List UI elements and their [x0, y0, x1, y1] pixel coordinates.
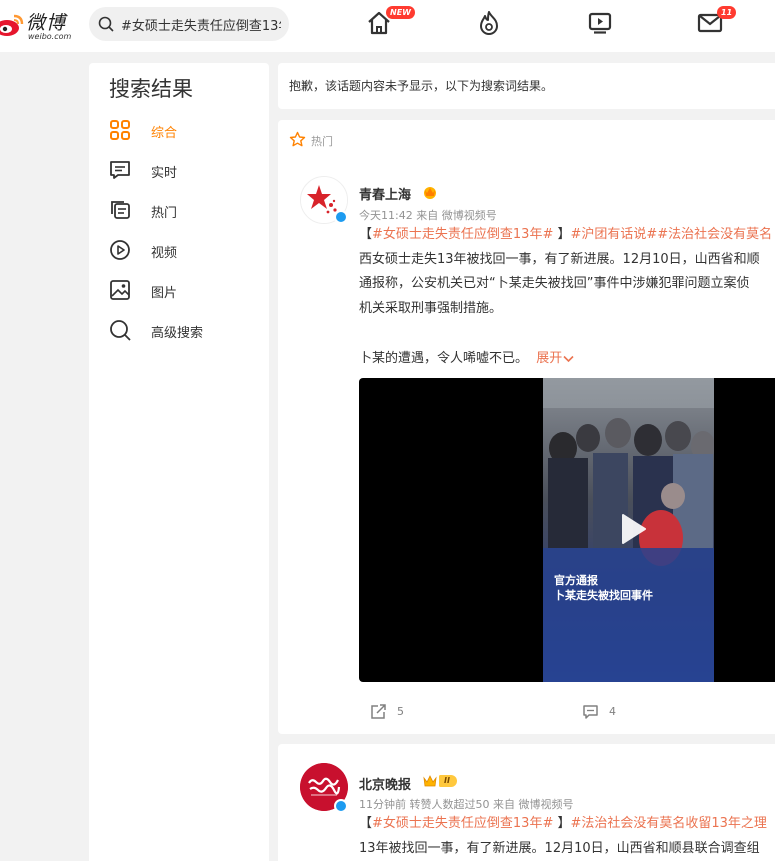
- search-icon: [98, 16, 114, 32]
- section-label: 热门: [311, 135, 333, 148]
- sidebar-item-video[interactable]: 视频: [109, 239, 259, 263]
- nav-video-button[interactable]: [587, 10, 613, 36]
- crown-icon: [424, 187, 436, 199]
- flame-icon: [480, 11, 498, 35]
- brand-domain: weibo.com: [28, 32, 72, 41]
- post-card: 北京晚报 II 11分钟前 转赞人数超过50 来自 微博视频号 【#女硕士走失责…: [278, 744, 775, 861]
- video-player[interactable]: 官方通报 卜某走失被找回事件: [359, 378, 775, 682]
- sidebar-item-label: 热门: [151, 206, 178, 221]
- star-icon: [289, 131, 306, 147]
- sidebar-item-label: 高级搜索: [151, 326, 204, 341]
- member-level-badge: II: [439, 775, 457, 787]
- post-line: 【#女硕士走失责任应倒查13年# 】#沪团有话说##法治社会没有莫名: [359, 223, 775, 247]
- grid-icon: [110, 120, 130, 140]
- top-navigation-bar: 微博 weibo.com NEW 11: [0, 0, 775, 52]
- video-caption: 官方通报 卜某走失被找回事件: [554, 573, 653, 603]
- search-sidebar: 搜索结果 综合 实时 热门 视频 图片 高级搜索: [89, 63, 269, 861]
- sidebar-item-all[interactable]: 综合: [109, 119, 259, 143]
- post-line: 西女硕士走失13年被找回一事，有了新进展。12月10日，山西省和顺: [359, 252, 760, 267]
- bracket: 】: [553, 816, 571, 831]
- sidebar-item-label: 实时: [151, 166, 178, 181]
- bracket: 【: [359, 227, 373, 242]
- post-card: 热门 青春上海 今天11:42 来自 微博视频号 【#女硕士走失责任应倒查13年…: [278, 120, 775, 734]
- weibo-eye-icon: [0, 14, 24, 36]
- post-meta[interactable]: 11分钟前 转赞人数超过50 来自 微博视频号: [359, 796, 573, 812]
- message-icon: [110, 161, 130, 179]
- post-author[interactable]: 北京晚报: [359, 774, 411, 793]
- verified-badge: [334, 210, 348, 224]
- messages-count-badge: 11: [717, 6, 737, 19]
- post-author[interactable]: 青春上海: [359, 184, 411, 203]
- post-line: 通报称，公安机关已对“卜某走失被找回”事件中涉嫌犯罪问题立案侦: [359, 276, 750, 291]
- hashtag-link[interactable]: #女硕士走失责任应倒查13年#: [372, 227, 553, 242]
- video-icon: [110, 240, 130, 260]
- comment-icon: [583, 705, 598, 719]
- post-line: 卜某的遭遇，令人唏嘘不已。 展开: [359, 347, 775, 371]
- sidebar-item-hot[interactable]: 热门: [109, 199, 259, 223]
- sidebar-item-label: 综合: [151, 126, 178, 141]
- nav-hot-button[interactable]: [476, 10, 502, 36]
- bracket: 【: [359, 816, 373, 831]
- post-line: 【#女硕士走失责任应倒查13年# 】#法治社会没有莫名收留13年之理: [359, 812, 775, 836]
- hashtag-link[interactable]: #法治社会没有莫名收留13年之理: [570, 816, 766, 831]
- search-box[interactable]: [89, 7, 289, 41]
- sidebar-item-advanced-search[interactable]: 高级搜索: [109, 319, 259, 343]
- video-caption-line: 卜某走失被找回事件: [554, 589, 653, 602]
- comment-count: 4: [609, 705, 616, 718]
- hashtag-link[interactable]: #沪团有话说##法治社会没有莫名: [570, 227, 772, 242]
- sidebar-title: 搜索结果: [109, 77, 193, 101]
- sidebar-item-label: 视频: [151, 246, 178, 261]
- post-line: 机关采取刑事强制措施。: [359, 301, 503, 316]
- search-notice: 抱歉，该话题内容未予显示，以下为搜索词结果。: [278, 63, 775, 109]
- play-icon: [622, 514, 646, 544]
- hot-icon: [111, 201, 130, 219]
- expand-link[interactable]: 展开: [536, 351, 562, 366]
- bracket: 】: [553, 227, 571, 242]
- share-icon: [371, 704, 386, 719]
- sidebar-item-label: 图片: [151, 286, 178, 301]
- crown-icon: [423, 775, 437, 787]
- post-line: 13年被找回一事，有了新进展。12月10日，山西省和顺县联合调查组: [359, 841, 760, 856]
- weibo-logo[interactable]: 微博 weibo.com: [0, 6, 84, 46]
- search-input[interactable]: [121, 14, 281, 34]
- home-new-badge: NEW: [386, 6, 415, 19]
- image-icon: [110, 280, 130, 300]
- hashtag-link[interactable]: #女硕士走失责任应倒查13年#: [372, 816, 553, 831]
- post-meta[interactable]: 今天11:42 来自 微博视频号: [359, 207, 497, 223]
- sidebar-item-realtime[interactable]: 实时: [109, 159, 259, 183]
- notice-text: 抱歉，该话题内容未予显示，以下为搜索词结果。: [289, 79, 554, 93]
- post-line-text: 卜某的遭遇，令人唏嘘不已。: [359, 351, 529, 366]
- video-caption-line: 官方通报: [554, 574, 598, 587]
- search-icon: [110, 320, 131, 341]
- repost-count: 5: [397, 705, 404, 718]
- verified-badge: [334, 799, 348, 813]
- chevron-down-icon: [563, 355, 574, 362]
- video-play-icon: [588, 12, 612, 34]
- sidebar-item-images[interactable]: 图片: [109, 279, 259, 303]
- brand-name: 微博: [26, 12, 67, 34]
